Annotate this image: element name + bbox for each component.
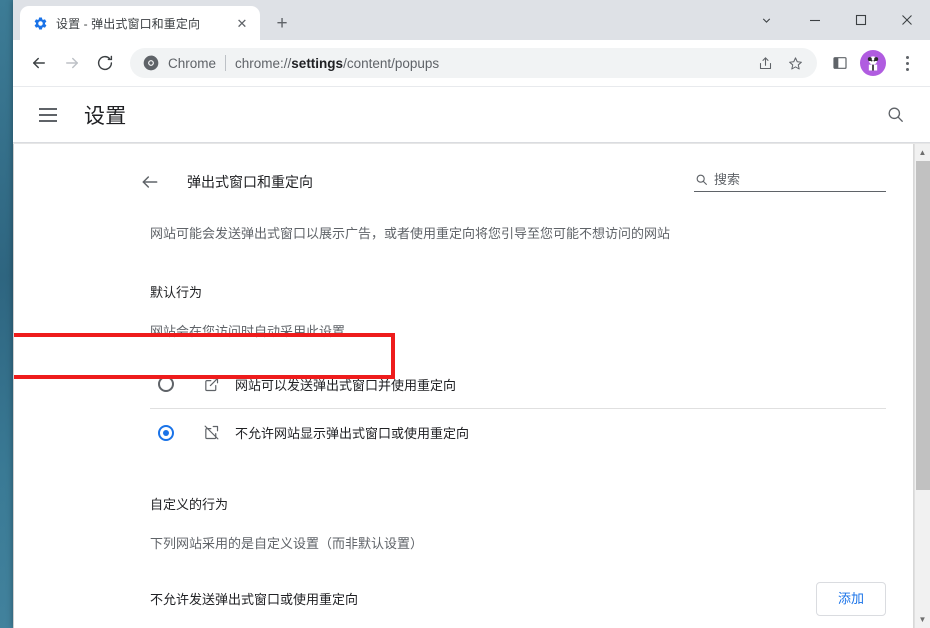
url-bold-segment: settings [291, 55, 344, 71]
tab-title: 设置 - 弹出式窗口和重定向 [56, 16, 201, 31]
share-icon[interactable] [751, 49, 779, 77]
page-title: 设置 [84, 104, 127, 128]
default-behavior-radio-group: 网站可以发送弹出式窗口并使用重定向 不允许网站显示弹出式窗口或使用重定向 [150, 360, 886, 456]
radio-option-allow-popups[interactable]: 网站可以发送弹出式窗口并使用重定向 [150, 360, 886, 408]
scrollbar-thumb[interactable] [915, 161, 930, 490]
default-behavior-sublabel: 网站会在您访问时自动采用此设置 [150, 324, 346, 339]
reload-button[interactable] [89, 47, 121, 79]
close-icon[interactable]: ✕ [233, 14, 251, 32]
chevron-down-icon[interactable] [750, 4, 782, 36]
star-icon[interactable] [781, 49, 809, 77]
settings-search-box[interactable] [694, 171, 886, 192]
scrollbar-track[interactable] [914, 161, 930, 611]
back-arrow-icon[interactable] [138, 170, 162, 194]
maximize-button[interactable] [838, 4, 884, 36]
popups-description: 网站可能会发送弹出式窗口以展示广告，或者使用重定向将您引导至您可能不想访问的网站 [150, 226, 671, 241]
url-prefix: chrome:// [235, 55, 292, 71]
settings-body: 网站可能会发送弹出式窗口以展示广告，或者使用重定向将您引导至您可能不想访问的网站… [150, 196, 886, 628]
scroll-up-arrow-icon[interactable]: ▲ [914, 144, 930, 161]
open-in-new-blocked-icon [202, 424, 220, 442]
omnibox-url: chrome://settings/content/popups [235, 56, 751, 71]
popups-settings-page: 弹出式窗口和重定向 网站可能会发送弹出式窗口以展示广告，或者使用重定向将您引导至… [14, 144, 914, 628]
profile-avatar-icon[interactable] [860, 50, 886, 76]
close-button[interactable] [884, 4, 930, 36]
radio-button-selected[interactable] [158, 424, 174, 441]
hamburger-menu-icon[interactable] [39, 103, 63, 127]
chrome-icon [142, 54, 160, 72]
forward-button[interactable] [56, 47, 88, 79]
radio-button-unselected[interactable] [158, 376, 174, 392]
window-controls [750, 0, 930, 40]
omnibox-actions [751, 49, 809, 77]
minimize-button[interactable] [792, 4, 838, 36]
new-tab-button[interactable]: + [268, 9, 296, 37]
open-in-new-icon [202, 375, 220, 393]
search-input[interactable] [714, 171, 886, 187]
custom-behavior-label: 自定义的行为 [150, 497, 229, 512]
omnibox-site-label: Chrome [168, 55, 217, 71]
radio-option-block-popups[interactable]: 不允许网站显示弹出式窗口或使用重定向 [150, 408, 886, 456]
address-bar[interactable]: Chrome chrome://settings/content/popups [130, 48, 817, 78]
settings-scroll-container[interactable]: 弹出式窗口和重定向 网站可能会发送弹出式窗口以展示广告，或者使用重定向将您引导至… [14, 144, 914, 628]
browser-window: 设置 - 弹出式窗口和重定向 ✕ + Chrome chrome://setti… [13, 0, 930, 628]
gear-icon [32, 15, 48, 31]
tab-strip: 设置 - 弹出式窗口和重定向 ✕ + [13, 0, 930, 40]
radio-label-allow-popups: 网站可以发送弹出式窗口并使用重定向 [235, 377, 457, 393]
subpage-header: 弹出式窗口和重定向 [138, 144, 886, 196]
add-site-button[interactable]: 添加 [815, 582, 886, 616]
url-suffix: /content/popups [343, 55, 440, 71]
default-behavior-label: 默认行为 [150, 285, 203, 300]
block-list-empty-state: 未添加任何网站 [150, 616, 886, 628]
settings-content-area: 弹出式窗口和重定向 网站可能会发送弹出式窗口以展示广告，或者使用重定向将您引导至… [13, 143, 930, 628]
omnibox-separator [225, 55, 227, 71]
toolbar-right-actions [826, 48, 922, 78]
browser-tab[interactable]: 设置 - 弹出式窗口和重定向 ✕ [20, 6, 260, 40]
subpage-title: 弹出式窗口和重定向 [187, 173, 313, 190]
browser-toolbar: Chrome chrome://settings/content/popups [13, 40, 930, 87]
search-icon[interactable] [882, 102, 908, 128]
back-button[interactable] [23, 47, 55, 79]
search-icon [694, 172, 708, 186]
block-list-header-row: 不允许发送弹出式窗口或使用重定向 添加 [150, 552, 886, 616]
custom-behavior-sublabel: 下列网站采用的是自定义设置（而非默认设置） [150, 536, 424, 551]
scroll-down-arrow-icon[interactable]: ▼ [914, 611, 930, 628]
radio-label-block-popups: 不允许网站显示弹出式窗口或使用重定向 [235, 426, 470, 441]
three-dot-menu-icon[interactable] [892, 48, 922, 78]
side-panel-icon[interactable] [826, 49, 854, 77]
block-list-label: 不允许发送弹出式窗口或使用重定向 [150, 592, 359, 608]
settings-header: 设置 [13, 87, 930, 143]
vertical-scrollbar[interactable]: ▲ ▼ [914, 144, 930, 628]
